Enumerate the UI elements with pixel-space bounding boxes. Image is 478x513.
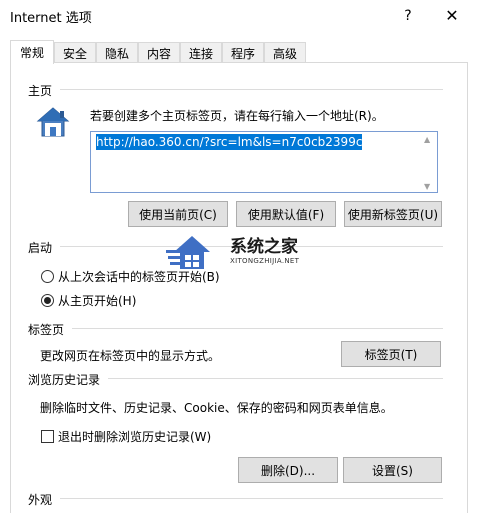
delete-on-exit-checkbox[interactable] — [41, 430, 54, 443]
use-new-tab-button[interactable]: 使用新标签页(U) — [344, 201, 442, 227]
tabs-description: 更改网页在标签页中的显示方式。 — [40, 349, 221, 363]
scroll-down-icon[interactable]: ▼ — [424, 182, 430, 191]
tabs-divider — [72, 328, 443, 329]
tabs-settings-button[interactable]: 标签页(T) — [341, 341, 441, 367]
window-title: Internet 选项 — [10, 11, 92, 26]
appearance-divider — [60, 498, 443, 499]
radio-home-label: 从主页开始(H) — [58, 294, 137, 308]
tab-privacy[interactable]: 隐私 — [96, 42, 138, 63]
internet-options-dialog: Internet 选项 ? ✕ 常规 安全 隐私 内容 连接 程序 高级 主页 … — [0, 0, 478, 513]
textarea-scrollbar[interactable]: ▲ ▼ — [421, 133, 436, 193]
tab-connections[interactable]: 连接 — [180, 42, 222, 63]
startup-heading: 启动 — [28, 241, 53, 255]
home-page-textarea[interactable]: http://hao.360.cn/?src=lm&ls=n7c0cb2399c… — [90, 131, 438, 193]
scroll-up-icon[interactable]: ▲ — [424, 135, 430, 144]
radio-home[interactable] — [41, 294, 54, 307]
house-icon — [36, 107, 70, 137]
home-url-text: http://hao.360.cn/?src=lm&ls=n7c0cb2399c — [96, 134, 363, 150]
close-button[interactable]: ✕ — [430, 0, 474, 31]
watermark-subtitle: XITONGZHIJIA.NET — [230, 257, 300, 265]
history-divider — [108, 378, 443, 379]
home-heading: 主页 — [28, 84, 53, 98]
title-bar: Internet 选项 ? ✕ — [0, 0, 478, 31]
use-current-button[interactable]: 使用当前页(C) — [128, 201, 228, 227]
history-heading: 浏览历史记录 — [28, 373, 101, 387]
watermark-house-icon — [166, 236, 210, 269]
tab-general[interactable]: 常规 — [10, 40, 54, 64]
delete-button[interactable]: 删除(D)... — [238, 457, 338, 483]
general-tab-panel — [10, 62, 468, 513]
home-description: 若要创建多个主页标签页，请在每行输入一个地址(R)。 — [90, 109, 384, 123]
watermark-logo: 系统之家 XITONGZHIJIA.NET — [166, 232, 316, 274]
delete-on-exit-label: 退出时删除浏览历史记录(W) — [58, 430, 212, 444]
history-settings-button[interactable]: 设置(S) — [343, 457, 442, 483]
tab-advanced[interactable]: 高级 — [264, 42, 306, 63]
history-description: 删除临时文件、历史记录、Cookie、保存的密码和网页表单信息。 — [40, 401, 393, 415]
tab-content[interactable]: 内容 — [138, 42, 180, 63]
tab-programs[interactable]: 程序 — [222, 42, 264, 63]
radio-last-session[interactable] — [41, 270, 54, 283]
appearance-heading: 外观 — [28, 493, 53, 507]
home-divider — [60, 89, 443, 90]
watermark-title: 系统之家 — [230, 237, 298, 257]
use-default-button[interactable]: 使用默认值(F) — [236, 201, 336, 227]
tab-security[interactable]: 安全 — [54, 42, 96, 63]
tabs-heading: 标签页 — [28, 323, 65, 337]
help-button[interactable]: ? — [386, 0, 430, 31]
